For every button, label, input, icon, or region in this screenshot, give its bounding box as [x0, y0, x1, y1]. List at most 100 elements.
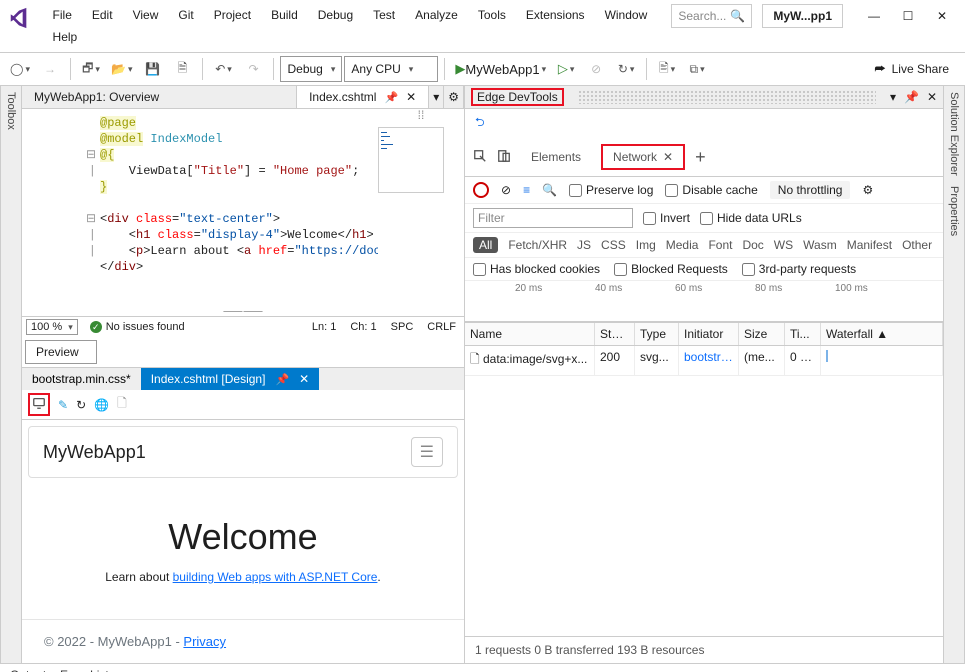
filter-input[interactable]: Filter: [473, 208, 633, 228]
col-name[interactable]: Name: [465, 323, 595, 345]
disable-cache-checkbox[interactable]: Disable cache: [665, 183, 757, 197]
blocked-requests-checkbox[interactable]: Blocked Requests: [614, 262, 728, 276]
preview-lead-link[interactable]: building Web apps with ASP.NET Core: [173, 570, 378, 584]
char-indicator[interactable]: Ch: 1: [350, 321, 376, 333]
browser-link-button[interactable]: 🖹▾: [653, 57, 681, 81]
undo-button[interactable]: ↶▾: [209, 57, 237, 81]
solution-selector[interactable]: MyW...pp1: [762, 4, 843, 28]
type-filter-wasm[interactable]: Wasm: [803, 238, 837, 252]
code-content[interactable]: @page @model IndexModel @{ ViewData["Tit…: [100, 109, 378, 304]
nav-back-button[interactable]: ◯▾: [6, 57, 34, 81]
menu-build[interactable]: Build: [261, 4, 308, 26]
pin-icon[interactable]: 📌: [384, 91, 398, 104]
device-toggle-icon[interactable]: [497, 149, 511, 166]
type-filter-manifest[interactable]: Manifest: [847, 238, 892, 252]
layout-button[interactable]: ⧉▾: [683, 57, 711, 81]
nav-fwd-button[interactable]: →: [36, 57, 64, 81]
pin-icon[interactable]: 📌: [904, 90, 919, 104]
menu-window[interactable]: Window: [595, 4, 658, 26]
col-ti[interactable]: Ti...: [785, 323, 821, 345]
toolbox-rail[interactable]: Toolbox: [0, 86, 22, 663]
start-button[interactable]: ▶ MyWebApp1 ▾: [451, 57, 550, 81]
pin-icon[interactable]: 📌: [275, 373, 289, 386]
hide-data-urls-checkbox[interactable]: Hide data URLs: [700, 211, 802, 225]
preview-tab[interactable]: Preview: [25, 340, 97, 364]
menu-view[interactable]: View: [123, 4, 169, 26]
refresh-icon[interactable]: ↻: [76, 398, 86, 412]
code-editor[interactable]: ⊟| ⊟|| @page @model IndexModel @{ ViewDa…: [22, 109, 464, 304]
table-row[interactable]: 🗋 data:image/svg+x... 200 svg... bootstr…: [465, 346, 943, 376]
search-icon[interactable]: 🔍: [542, 183, 557, 197]
doc-icon[interactable]: 🗋: [117, 394, 127, 415]
menu-project[interactable]: Project: [204, 4, 261, 26]
col-stat[interactable]: Stat...: [595, 323, 635, 345]
type-filter-img[interactable]: Img: [636, 238, 656, 252]
bottom-tab-error-list[interactable]: Error List: [60, 668, 109, 672]
throttling-dropdown[interactable]: No throttling: [770, 181, 851, 199]
tab-bootstrap-css[interactable]: bootstrap.min.css*: [22, 368, 141, 390]
issues-indicator[interactable]: ✓No issues found: [90, 321, 185, 333]
menu-tools[interactable]: Tools: [468, 4, 516, 26]
invert-checkbox[interactable]: Invert: [643, 211, 690, 225]
record-button[interactable]: [473, 182, 489, 198]
col-size[interactable]: Size: [739, 323, 785, 345]
close-pane-icon[interactable]: ✕: [927, 90, 937, 104]
search-box[interactable]: Search... 🔍: [671, 4, 752, 28]
bottom-tab-output[interactable]: Output: [10, 668, 46, 672]
type-filter-doc[interactable]: Doc: [742, 238, 763, 252]
window-menu-icon[interactable]: ▾: [890, 90, 896, 104]
save-all-button[interactable]: 🗎: [168, 57, 196, 81]
save-button[interactable]: 💾: [138, 57, 166, 81]
close-tab-icon[interactable]: ✕: [299, 372, 309, 386]
type-filter-fetchxhr[interactable]: Fetch/XHR: [508, 238, 567, 252]
type-filter-css[interactable]: CSS: [601, 238, 626, 252]
new-project-button[interactable]: 🗗▾: [77, 57, 105, 81]
close-tab-icon[interactable]: ✕: [663, 150, 673, 164]
col-type[interactable]: Type: [635, 323, 679, 345]
close-tab-icon[interactable]: ✕: [406, 90, 416, 104]
menu-debug[interactable]: Debug: [308, 4, 363, 26]
hot-reload-button[interactable]: ⊘: [582, 57, 610, 81]
open-button[interactable]: 📂▾: [107, 57, 136, 81]
preview-privacy-link[interactable]: Privacy: [183, 634, 226, 649]
preserve-log-checkbox[interactable]: Preserve log: [569, 183, 653, 197]
type-filter-font[interactable]: Font: [708, 238, 732, 252]
start-without-debug-button[interactable]: ▷▾: [552, 57, 580, 81]
redo-button[interactable]: ↷: [239, 57, 267, 81]
type-filter-media[interactable]: Media: [666, 238, 699, 252]
type-filter-other[interactable]: Other: [902, 238, 932, 252]
close-button[interactable]: ✕: [925, 4, 959, 28]
menu-analyze[interactable]: Analyze: [405, 4, 468, 26]
indent-indicator[interactable]: SPC: [391, 321, 414, 333]
third-party-checkbox[interactable]: 3rd-party requests: [742, 262, 856, 276]
type-filter-ws[interactable]: WS: [774, 238, 793, 252]
maximize-button[interactable]: ☐: [891, 4, 925, 28]
tab-network[interactable]: Network ✕: [601, 144, 685, 170]
refresh-link-icon[interactable]: ⮌: [465, 109, 943, 138]
inspect-icon[interactable]: [473, 149, 487, 166]
tab-index-design[interactable]: Index.cshtml [Design] 📌 ✕: [141, 368, 319, 390]
settings-icon[interactable]: ⚙: [862, 183, 873, 197]
menu-git[interactable]: Git: [168, 4, 203, 26]
split-handle-icon[interactable]: ⁞⁞: [418, 109, 425, 121]
solution-explorer-tab[interactable]: Solution Explorer: [948, 92, 960, 176]
line-indicator[interactable]: Ln: 1: [312, 321, 336, 333]
zoom-dropdown[interactable]: 100 %▾: [26, 319, 78, 335]
tab-settings-icon[interactable]: ⚙: [444, 86, 464, 108]
platform-dropdown[interactable]: Any CPU▾: [344, 56, 438, 82]
menu-file[interactable]: File: [43, 4, 82, 26]
eol-indicator[interactable]: CRLF: [427, 321, 456, 333]
menu-help[interactable]: Help: [43, 26, 88, 48]
filter-toggle-icon[interactable]: ≡: [523, 183, 530, 197]
tab-index-cshtml[interactable]: Index.cshtml 📌 ✕: [297, 86, 429, 108]
browser-refresh-button[interactable]: ↻▾: [612, 57, 640, 81]
col-initiator[interactable]: Initiator: [679, 323, 739, 345]
add-tab-icon[interactable]: +: [695, 147, 706, 168]
col-waterfall[interactable]: Waterfall ▲: [821, 323, 943, 345]
devtools-toggle-button[interactable]: [28, 393, 50, 416]
type-filter-js[interactable]: JS: [577, 238, 591, 252]
type-filter-all[interactable]: All: [473, 237, 498, 253]
tab-overflow-button[interactable]: ▾: [429, 86, 444, 108]
blocked-cookies-checkbox[interactable]: Has blocked cookies: [473, 262, 600, 276]
cell-initiator[interactable]: bootstra...: [679, 346, 739, 375]
